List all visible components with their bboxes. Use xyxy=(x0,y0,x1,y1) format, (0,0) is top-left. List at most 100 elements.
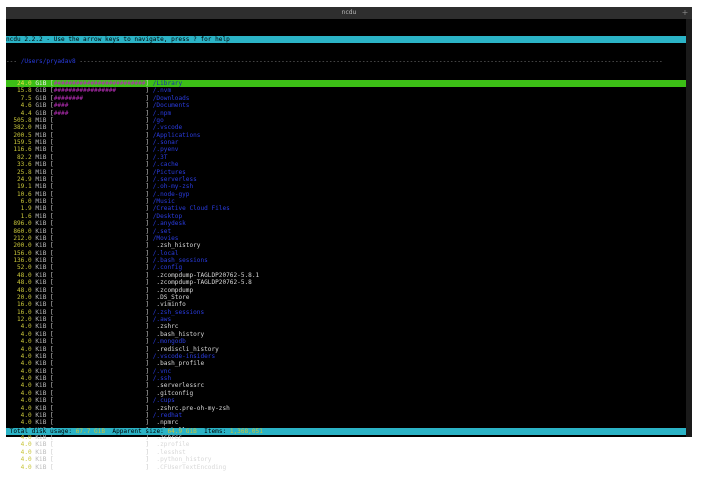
file-name: .zshrc xyxy=(152,323,179,331)
directory-name: /.vnc xyxy=(152,367,172,375)
list-item[interactable]: 382.0 MiB [ ] /.vscode xyxy=(6,124,686,131)
item-unit: KiB xyxy=(31,397,51,405)
list-item[interactable]: 4.0 KiB [ ] .lesshst xyxy=(6,449,686,456)
list-item[interactable]: 200.0 KiB [ ] .zsh_history xyxy=(6,242,686,249)
list-item[interactable]: 212.0 KiB [ ] /Movies xyxy=(6,235,686,242)
list-item[interactable]: 4.0 KiB [ ] .zshrc.pre-oh-my-zsh xyxy=(6,405,686,412)
usage-bar xyxy=(54,132,146,139)
directory-name: /Desktop xyxy=(152,212,183,220)
list-item[interactable]: 4.0 KiB [ ] /.cups xyxy=(6,397,686,404)
list-item[interactable]: 116.6 MiB [ ] /.pyenv xyxy=(6,146,686,153)
usage-bar xyxy=(54,441,146,448)
item-size: 4.0 xyxy=(6,360,32,368)
usage-bar xyxy=(54,139,146,146)
item-size: 4.0 xyxy=(6,404,32,412)
file-list[interactable]: 24.0 GiB [#########################] /Li… xyxy=(6,80,686,471)
list-item[interactable]: 10.6 MiB [ ] /.node-gyp xyxy=(6,191,686,198)
bar-close: ] xyxy=(145,308,153,316)
item-size: 4.0 xyxy=(6,330,32,338)
usage-bar xyxy=(54,250,146,257)
new-tab-icon[interactable]: + xyxy=(680,7,690,19)
list-item[interactable]: 1.6 MiB [ ] /Desktop xyxy=(6,213,686,220)
directory-name: /.local xyxy=(152,249,179,257)
list-item[interactable]: 48.0 KiB [ ] .zcompdump-TAGLDP20762-5.8.… xyxy=(6,272,686,279)
list-item[interactable]: 4.4 GiB [#### ] /.npm xyxy=(6,110,686,117)
bar-close: ] xyxy=(145,249,153,257)
item-size: 4.4 xyxy=(6,109,32,117)
file-name: .zshrc.pre-oh-my-zsh xyxy=(152,404,230,412)
item-size: 19.1 xyxy=(6,183,32,191)
list-item[interactable]: 4.0 KiB [ ] /.vnc xyxy=(6,368,686,375)
bar-close: ] xyxy=(145,212,153,220)
list-item[interactable]: 19.1 MiB [ ] /.oh-my-zsh xyxy=(6,183,686,190)
list-item[interactable]: 4.0 KiB [ ] .gitconfig xyxy=(6,390,686,397)
list-item[interactable]: 33.6 MiB [ ] /.cache xyxy=(6,161,686,168)
bar-close: ] xyxy=(145,80,153,87)
usage-bar xyxy=(54,390,146,397)
directory-name: /.redhat xyxy=(152,411,183,419)
list-item[interactable]: 4.0 KiB [ ] .bash_history xyxy=(6,331,686,338)
list-item[interactable]: 16.0 KiB [ ] .viminfo xyxy=(6,301,686,308)
list-item[interactable]: 4.0 KiB [ ] .bash_profile xyxy=(6,360,686,367)
usage-bar: #### xyxy=(53,102,146,110)
list-item[interactable]: 20.0 KiB [ ] .DS_Store xyxy=(6,294,686,301)
item-size: 10.6 xyxy=(6,190,32,198)
item-size: 20.0 xyxy=(6,293,32,301)
directory-name: /.nvm xyxy=(152,87,172,95)
scrollbar[interactable] xyxy=(686,19,692,437)
item-unit: KiB xyxy=(31,404,51,412)
list-item[interactable]: 4.0 KiB [ ] /.ssh xyxy=(6,375,686,382)
list-item[interactable]: 4.6 GiB [#### ] /Documents xyxy=(6,102,686,109)
bar-close: ] xyxy=(145,389,153,397)
list-item[interactable]: 200.5 MiB [ ] /Applications xyxy=(6,132,686,139)
list-item[interactable]: 4.0 KiB [ ] .serverlessrc xyxy=(6,382,686,389)
directory-name: /.ssh xyxy=(152,375,172,382)
directory-name: /.serverless xyxy=(152,175,197,183)
list-item[interactable]: 48.0 KiB [ ] .zcompdump xyxy=(6,287,686,294)
directory-name: /.vscode xyxy=(152,124,183,132)
list-item[interactable]: 4.0 KiB [ ] .rediscli_history xyxy=(6,346,686,353)
list-item[interactable]: 4.0 KiB [ ] /.redhat xyxy=(6,412,686,419)
list-item[interactable]: 4.0 KiB [ ] .zprofile xyxy=(6,441,686,448)
item-size: 200.5 xyxy=(6,131,32,139)
list-item[interactable]: 4.0 KiB [ ] .CFUserTextEncoding xyxy=(6,464,686,471)
list-item[interactable]: 860.0 KiB [ ] /.set xyxy=(6,228,686,235)
directory-name: /Movies xyxy=(152,234,179,242)
list-item[interactable]: 15.8 GiB [################# ] /.nvm xyxy=(6,87,686,94)
terminal-window: ncdu + ncdu 2.2.2 - Use the arrow keys t… xyxy=(6,7,692,471)
list-item[interactable]: 82.2 MiB [ ] /.3T xyxy=(6,154,686,161)
list-item[interactable]: 48.0 KiB [ ] .zcompdump-TAGLDP20762-5.8 xyxy=(6,279,686,286)
usage-bar xyxy=(54,272,146,279)
usage-bar: #### xyxy=(53,109,146,117)
file-name: .bash_profile xyxy=(152,360,205,368)
help-header: ncdu 2.2.2 - Use the arrow keys to navig… xyxy=(6,35,686,44)
item-size: 4.0 xyxy=(6,463,32,471)
list-item[interactable]: 1.9 MiB [ ] /Creative Cloud Files xyxy=(6,205,686,212)
item-unit: KiB xyxy=(31,338,51,346)
list-item[interactable]: 24.0 GiB [#########################] /Li… xyxy=(6,80,686,88)
item-unit: MiB xyxy=(31,161,51,169)
file-name: .python_history xyxy=(152,456,212,464)
list-item[interactable]: 505.8 MiB [ ] /go xyxy=(6,117,686,124)
list-item[interactable]: 6.0 MiB [ ] /Music xyxy=(6,198,686,205)
list-item[interactable]: 12.0 KiB [ ] /.aws xyxy=(6,316,686,323)
list-item[interactable]: 52.0 KiB [ ] /.config xyxy=(6,264,686,271)
list-item[interactable]: 24.9 MiB [ ] /.serverless xyxy=(6,176,686,183)
list-item[interactable]: 4.0 KiB [ ] /.vscode-insiders xyxy=(6,353,686,360)
item-unit: MiB xyxy=(31,205,51,213)
list-item[interactable]: 4.0 KiB [ ] /.mongodb xyxy=(6,338,686,345)
directory-name: /.zsh_sessions xyxy=(152,308,205,316)
list-item[interactable]: 16.0 KiB [ ] /.zsh_sessions xyxy=(6,309,686,316)
list-item[interactable]: 156.0 KiB [ ] /.local xyxy=(6,250,686,257)
list-item[interactable]: 4.0 KiB [ ] .zshrc xyxy=(6,323,686,330)
usage-bar xyxy=(54,419,146,426)
list-item[interactable]: 159.5 MiB [ ] /.sonar xyxy=(6,139,686,146)
bar-close: ] xyxy=(145,124,153,132)
list-item[interactable]: 4.0 KiB [ ] .npmrc xyxy=(6,419,686,426)
list-item[interactable]: 136.0 KiB [ ] /.bash_sessions xyxy=(6,257,686,264)
list-item[interactable]: 7.5 GiB [######## ] /Downloads xyxy=(6,95,686,102)
list-item[interactable]: 25.8 MiB [ ] /Pictures xyxy=(6,169,686,176)
list-item[interactable]: 4.0 KiB [ ] .python_history xyxy=(6,456,686,463)
list-item[interactable]: 896.0 KiB [ ] /.anydesk xyxy=(6,220,686,227)
bar-close: ] xyxy=(145,116,153,124)
